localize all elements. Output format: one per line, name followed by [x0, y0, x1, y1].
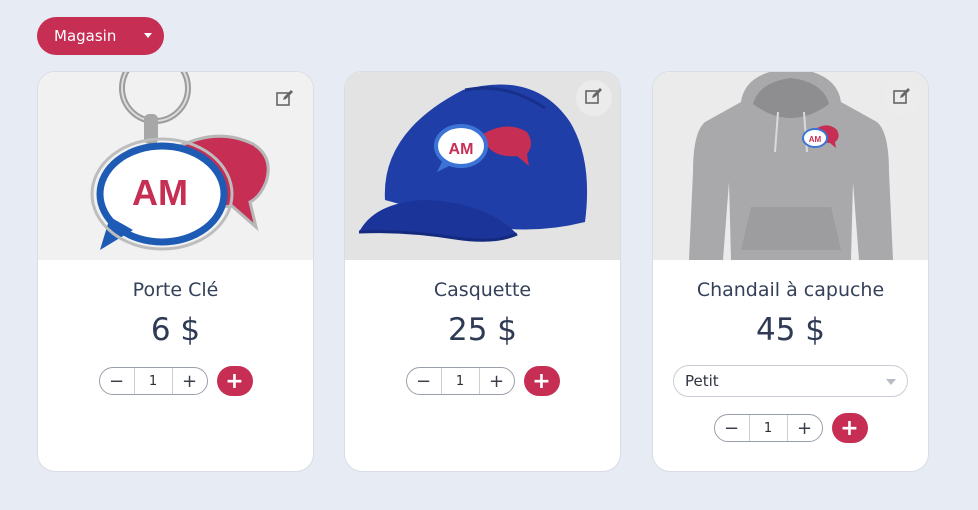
edit-button[interactable] [884, 80, 920, 116]
quantity-stepper: − 1 + [405, 367, 515, 395]
decrease-button[interactable]: − [715, 415, 749, 441]
edit-icon [585, 87, 603, 109]
decrease-button[interactable]: − [100, 368, 134, 394]
size-select-value: Petit [685, 372, 719, 390]
keychain-logo-text: AM [132, 172, 188, 213]
product-card-keychain: AM Porte Clé 6 $ − 1 + + [37, 71, 314, 472]
store-menu-button[interactable]: Magasin [37, 17, 164, 55]
quantity-value[interactable]: 1 [748, 415, 788, 441]
store-menu-label: Magasin [54, 27, 117, 45]
quantity-row: − 1 + + [38, 366, 313, 396]
add-to-cart-button[interactable]: + [831, 413, 868, 443]
product-card-hoodie: AM Chandail à capuche 45 $ Petit − 1 + + [652, 71, 929, 472]
quantity-stepper: − 1 + [98, 367, 208, 395]
product-price: 6 $ [150, 312, 201, 348]
decrease-button[interactable]: − [407, 368, 441, 394]
increase-button[interactable]: + [788, 415, 822, 441]
product-price: 25 $ [447, 312, 518, 348]
quantity-value[interactable]: 1 [133, 368, 173, 394]
quantity-row: − 1 + + [345, 366, 620, 396]
quantity-value[interactable]: 1 [440, 368, 480, 394]
product-title: Casquette [433, 279, 532, 301]
hoodie-logo-text: AM [809, 135, 822, 144]
add-to-cart-button[interactable]: + [523, 366, 560, 396]
product-title: Porte Clé [132, 279, 219, 301]
edit-button[interactable] [267, 82, 303, 118]
product-price: 45 $ [755, 312, 826, 348]
product-title: Chandail à capuche [696, 279, 885, 301]
size-select[interactable]: Petit [673, 365, 908, 397]
edit-icon [893, 87, 911, 109]
edit-button[interactable] [576, 80, 612, 116]
edit-icon [276, 89, 294, 111]
increase-button[interactable]: + [173, 368, 207, 394]
product-card-cap: AM Casquette 25 $ − 1 + + [344, 71, 621, 472]
chevron-down-icon [886, 379, 896, 385]
cap-logo-text: AM [449, 141, 474, 158]
increase-button[interactable]: + [480, 368, 514, 394]
quantity-row: − 1 + + [653, 413, 928, 443]
add-to-cart-button[interactable]: + [216, 366, 253, 396]
caret-down-icon [144, 33, 152, 38]
quantity-stepper: − 1 + [713, 414, 823, 442]
